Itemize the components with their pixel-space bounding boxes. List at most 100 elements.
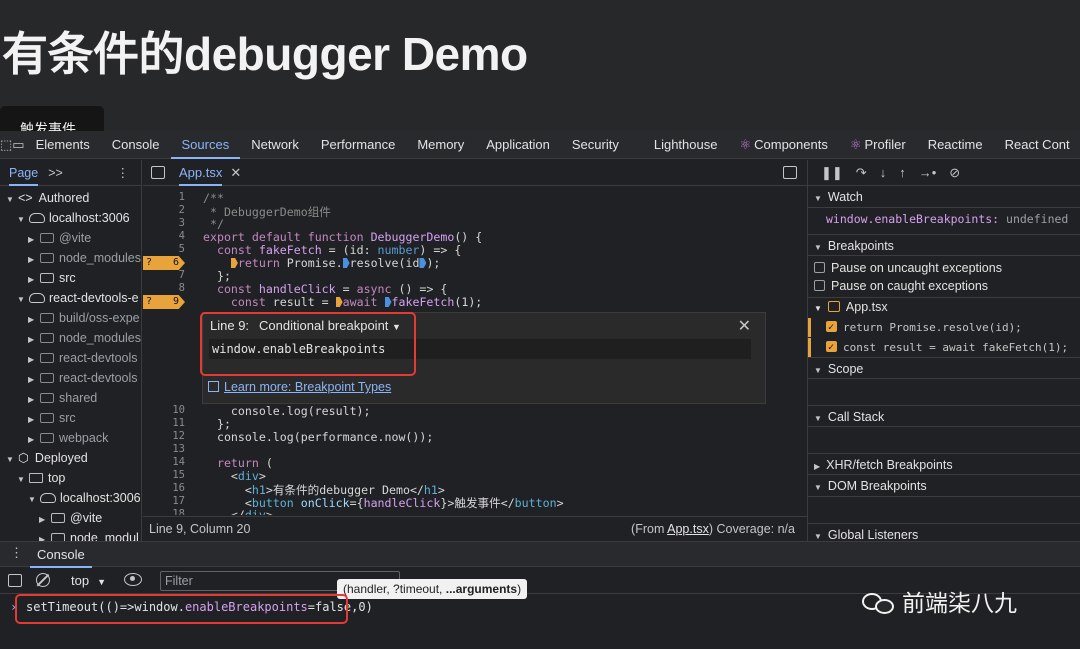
call-stack-section[interactable]: ▼ Call Stack: [808, 405, 1080, 427]
pause-uncaught-checkbox[interactable]: Pause on uncaught exceptions: [808, 259, 1080, 278]
line-number[interactable]: 15: [143, 469, 185, 481]
line-number[interactable]: 4: [143, 230, 185, 242]
drawer-menu-icon[interactable]: ⋮: [10, 545, 23, 561]
context-select[interactable]: top ▼: [71, 573, 106, 588]
tree-item[interactable]: ▶ node_modules: [0, 248, 141, 268]
expanded-triangle-icon: ▼: [814, 304, 822, 313]
tree-item[interactable]: ▶ react-devtools: [0, 348, 141, 368]
tree-item[interactable]: ▼ top: [0, 468, 141, 488]
context-label: top: [71, 573, 90, 588]
tree-item[interactable]: ▶ @vite: [0, 228, 141, 248]
line-number[interactable]: 5: [143, 243, 185, 255]
breakpoint-item[interactable]: const result = await fakeFetch(1);: [808, 338, 1080, 357]
file-icon: [827, 301, 840, 312]
collapsed-triangle-icon: ▶: [28, 275, 35, 284]
live-expression-eye-icon[interactable]: [124, 573, 142, 586]
tree-item[interactable]: ▼ <> Authored: [0, 188, 141, 208]
tab-page[interactable]: Page: [9, 160, 39, 186]
step-out-icon[interactable]: ↑: [899, 165, 906, 180]
more-options-icon[interactable]: ⋮: [117, 165, 130, 180]
learn-more-link[interactable]: Learn more: Breakpoint Types: [208, 380, 391, 394]
breakpoint-file-group[interactable]: ▼ App.tsx: [808, 298, 1080, 317]
tab-security[interactable]: Security: [561, 131, 630, 159]
tab-profiler[interactable]: ⚛ Profiler: [839, 131, 917, 159]
source-file-link[interactable]: App.tsx: [667, 522, 709, 536]
tree-item[interactable]: ▶ shared: [0, 388, 141, 408]
more-tabs-icon[interactable]: >>: [48, 166, 63, 180]
xhr-breakpoints-section[interactable]: ▶ XHR/fetch Breakpoints: [808, 453, 1080, 475]
breakpoint-marker[interactable]: ? 9: [143, 295, 185, 309]
deactivate-breakpoints-icon[interactable]: ⊘: [949, 165, 960, 181]
tree-item[interactable]: ▶ src: [0, 268, 141, 288]
line-number[interactable]: 7: [143, 269, 185, 281]
tree-item[interactable]: ▼ localhost:3006: [0, 488, 141, 508]
inspect-element-icon[interactable]: ⬚: [0, 131, 12, 159]
step-icon[interactable]: →•: [919, 165, 937, 180]
tab-performance[interactable]: Performance: [310, 131, 406, 159]
checkbox-checked-icon[interactable]: [826, 338, 837, 357]
line-number[interactable]: 1: [143, 191, 185, 203]
close-tab-icon[interactable]: ✕: [230, 165, 241, 181]
tab-application[interactable]: Application: [475, 131, 561, 159]
line-number[interactable]: 2: [143, 204, 185, 216]
breakpoint-marker[interactable]: ? 6: [143, 256, 185, 270]
inline-breakpoint-icon[interactable]: [335, 297, 343, 307]
clear-console-icon[interactable]: [36, 573, 50, 587]
tab-memory[interactable]: Memory: [406, 131, 475, 159]
tab-elements[interactable]: Elements: [25, 131, 101, 159]
file-tab-app-tsx[interactable]: App.tsx: [179, 160, 223, 186]
line-number[interactable]: 10: [143, 404, 185, 416]
checkbox-checked-icon[interactable]: [826, 318, 837, 337]
tree-item[interactable]: ▶ node_modul: [0, 528, 141, 541]
tree-item[interactable]: ▶ react-devtools: [0, 368, 141, 388]
line-number-label: 12: [172, 430, 185, 442]
bp-file-name: App.tsx: [845, 300, 888, 314]
line-number[interactable]: 3: [143, 217, 185, 229]
inline-breakpoint-icon[interactable]: [384, 297, 392, 307]
inline-breakpoint-icon[interactable]: [230, 258, 238, 268]
inline-breakpoint-icon[interactable]: [419, 258, 427, 268]
tree-item[interactable]: ▶ src: [0, 408, 141, 428]
tab-console[interactable]: Console: [101, 131, 171, 159]
tab-lighthouse[interactable]: Lighthouse: [630, 131, 729, 159]
tab-sources[interactable]: Sources: [170, 131, 241, 159]
tab-reactime[interactable]: Reactime: [917, 131, 994, 159]
tab-components[interactable]: ⚛ Components: [728, 131, 838, 159]
tab-react-context[interactable]: React Cont: [994, 131, 1080, 159]
console-sidebar-icon[interactable]: [8, 574, 22, 587]
tree-item[interactable]: ▶ build/oss-expe: [0, 308, 141, 328]
breakpoints-section[interactable]: ▼ Breakpoints: [808, 234, 1080, 256]
device-toolbar-icon[interactable]: ▭: [12, 131, 24, 159]
step-over-icon[interactable]: ↷: [856, 165, 867, 181]
tab-network[interactable]: Network: [240, 131, 310, 159]
pause-caught-checkbox[interactable]: Pause on caught exceptions: [808, 277, 1080, 298]
tree-item[interactable]: ▼ react-devtools-e: [0, 288, 141, 308]
tree-item[interactable]: ▶ webpack: [0, 428, 141, 448]
toggle-debugger-icon[interactable]: [783, 166, 797, 179]
tree-item[interactable]: ▶ node_modules: [0, 328, 141, 348]
watch-section[interactable]: ▼ Watch: [808, 186, 1080, 208]
trigger-event-button[interactable]: 触发事件: [0, 106, 104, 132]
close-icon[interactable]: ✕: [738, 316, 751, 336]
step-into-icon[interactable]: ↓: [880, 165, 887, 180]
tree-item[interactable]: ▶ @vite: [0, 508, 141, 528]
dom-breakpoints-section[interactable]: ▼ DOM Breakpoints: [808, 475, 1080, 497]
watch-expression[interactable]: window.enableBreakpoints: undefined: [808, 210, 1080, 229]
line-number[interactable]: 12: [143, 430, 185, 442]
tree-item[interactable]: ▼ localhost:3006: [0, 208, 141, 228]
global-listeners-section[interactable]: ▼ Global Listeners: [808, 523, 1080, 541]
tree-item[interactable]: ▼ ⬡ Deployed: [0, 448, 141, 468]
scope-section[interactable]: ▼ Scope: [808, 357, 1080, 379]
toggle-navigator-icon[interactable]: [151, 166, 165, 179]
line-number[interactable]: 16: [143, 482, 185, 494]
line-number[interactable]: 11: [143, 417, 185, 429]
tab-console-drawer[interactable]: Console: [30, 542, 92, 568]
inline-breakpoint-icon[interactable]: [342, 258, 350, 268]
line-number[interactable]: 17: [143, 495, 185, 507]
line-number[interactable]: 8: [143, 282, 185, 294]
line-number[interactable]: 14: [143, 456, 185, 468]
pause-icon[interactable]: ❚❚: [821, 165, 843, 181]
line-number[interactable]: 13: [143, 443, 185, 455]
line-number[interactable]: 18: [143, 508, 185, 515]
breakpoint-item[interactable]: return Promise.resolve(id);: [808, 318, 1080, 337]
